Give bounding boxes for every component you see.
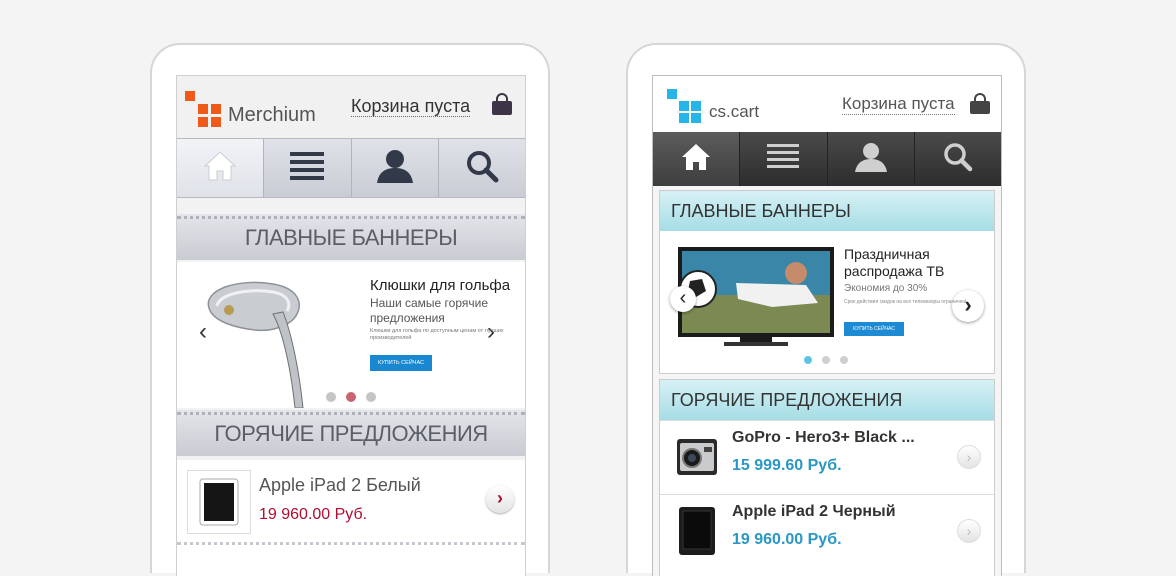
user-icon bbox=[376, 149, 414, 188]
banner-subtitle: Экономия до 30% bbox=[844, 283, 928, 294]
banner-buy-button[interactable]: КУПИТЬ СЕЙЧАС bbox=[844, 322, 904, 336]
nav-menu-button[interactable] bbox=[264, 139, 352, 197]
merchium-phone-frame: Merchium Корзина пуста ГЛАВНЫЕ БАННЕРЫ ‹… bbox=[150, 43, 550, 576]
merchium-nav-bar bbox=[177, 138, 525, 198]
main-banners-block: ГЛАВНЫЕ БАННЕРЫ ‹ › Праздничная распрода… bbox=[659, 190, 995, 374]
banner-dot[interactable] bbox=[840, 356, 848, 364]
product-list-item[interactable]: GoPro - Hero3+ Black ... 15 999.60 Руб. … bbox=[660, 420, 994, 493]
product-name[interactable]: Apple iPad 2 Черный bbox=[732, 503, 947, 521]
merchium-header: Merchium Корзина пуста bbox=[177, 76, 525, 138]
main-banners-heading: ГЛАВНЫЕ БАННЕРЫ bbox=[177, 214, 525, 260]
banner-title: Клюшки для гольфа bbox=[370, 277, 511, 294]
nav-account-button[interactable] bbox=[352, 139, 439, 197]
product-list-item[interactable]: Apple iPad 2 Белый 19 960.00 Руб. › bbox=[177, 460, 525, 576]
product-list-item[interactable]: Apple iPad 2 Черный 19 960.00 Руб. › bbox=[660, 494, 994, 567]
product-open-arrow-icon[interactable]: › bbox=[957, 445, 981, 469]
home-icon bbox=[681, 143, 711, 176]
hot-deals-heading: ГОРЯЧИЕ ПРЕДЛОЖЕНИЯ bbox=[660, 380, 994, 420]
ipad-thumbnail bbox=[678, 506, 716, 561]
nav-search-button[interactable] bbox=[439, 139, 525, 197]
search-icon bbox=[465, 149, 499, 188]
merchium-logo-icon[interactable] bbox=[185, 91, 221, 127]
cart-status-link[interactable]: Корзина пуста bbox=[842, 94, 955, 115]
cscart-screen: cs.cart Корзина пуста ГЛАВНЫЕ БАННЕРЫ ‹ … bbox=[652, 75, 1002, 576]
banner-small-text: Срок действия скидок на все телевизоры о… bbox=[844, 299, 967, 305]
hot-deals-heading: ГОРЯЧИЕ ПРЕДЛОЖЕНИЯ bbox=[177, 410, 525, 456]
banner-prev-arrow-icon[interactable]: ‹ bbox=[199, 320, 207, 344]
banner-small-text: Клюшки для гольфа по доступным ценам от … bbox=[370, 328, 504, 341]
divider bbox=[177, 542, 525, 545]
product-name[interactable]: GoPro - Hero3+ Black ... bbox=[732, 429, 947, 447]
user-icon bbox=[854, 142, 888, 177]
banner-dot-active[interactable] bbox=[346, 392, 356, 402]
banner-dot[interactable] bbox=[326, 392, 336, 402]
menu-icon bbox=[290, 151, 325, 186]
product-open-arrow-icon[interactable]: › bbox=[486, 485, 514, 513]
product-price: 19 960.00 Руб. bbox=[732, 531, 842, 548]
gopro-thumbnail bbox=[676, 435, 718, 484]
cart-bag-icon[interactable] bbox=[969, 93, 991, 120]
menu-icon bbox=[767, 143, 800, 176]
banner-prev-arrow-icon[interactable]: ‹ bbox=[670, 286, 696, 312]
hot-deals-block: ГОРЯЧИЕ ПРЕДЛОЖЕНИЯ GoPro - Hero3+ Black… bbox=[659, 379, 995, 576]
main-banner-slide[interactable]: ‹ › Клюшки для гольфа Наши самые горячие… bbox=[177, 262, 525, 409]
nav-menu-button[interactable] bbox=[740, 132, 828, 186]
cscart-logo-icon[interactable] bbox=[667, 89, 701, 123]
cscart-phone-frame: cs.cart Корзина пуста ГЛАВНЫЕ БАННЕРЫ ‹ … bbox=[626, 43, 1026, 576]
product-price: 19 960.00 Руб. bbox=[259, 506, 368, 523]
ipad-thumbnail bbox=[187, 470, 251, 534]
banner-next-arrow-icon[interactable]: › bbox=[952, 290, 984, 322]
cscart-nav-bar bbox=[653, 132, 1001, 186]
product-open-arrow-icon[interactable]: › bbox=[957, 519, 981, 543]
nav-home-button[interactable] bbox=[653, 132, 741, 186]
banner-buy-button[interactable]: КУПИТЬ СЕЙЧАС bbox=[370, 355, 432, 371]
main-banners-heading: ГЛАВНЫЕ БАННЕРЫ bbox=[660, 191, 994, 231]
banner-dot[interactable] bbox=[822, 356, 830, 364]
banner-subtitle: Наши самые горячие предложения bbox=[370, 296, 489, 325]
home-icon bbox=[203, 150, 237, 187]
search-icon bbox=[943, 142, 973, 177]
banner-title: Праздничная распродажа ТВ bbox=[844, 246, 945, 279]
cscart-logo-text[interactable]: cs.cart bbox=[709, 102, 759, 122]
nav-search-button[interactable] bbox=[915, 132, 1001, 186]
tv-banner-image[interactable] bbox=[676, 245, 838, 358]
cscart-header: cs.cart Корзина пуста bbox=[653, 76, 1001, 132]
golf-club-image bbox=[199, 274, 309, 413]
banner-dot-active[interactable] bbox=[804, 356, 812, 364]
banner-dot[interactable] bbox=[366, 392, 376, 402]
cart-status-link[interactable]: Корзина пуста bbox=[351, 96, 471, 117]
merchium-logo-text[interactable]: Merchium bbox=[228, 104, 316, 127]
cart-bag-icon[interactable] bbox=[490, 92, 514, 121]
product-name[interactable]: Apple iPad 2 Белый bbox=[259, 475, 421, 496]
product-price: 15 999.60 Руб. bbox=[732, 457, 842, 474]
nav-account-button[interactable] bbox=[828, 132, 915, 186]
nav-home-button[interactable] bbox=[177, 139, 265, 197]
merchium-screen: Merchium Корзина пуста ГЛАВНЫЕ БАННЕРЫ ‹… bbox=[176, 75, 526, 576]
